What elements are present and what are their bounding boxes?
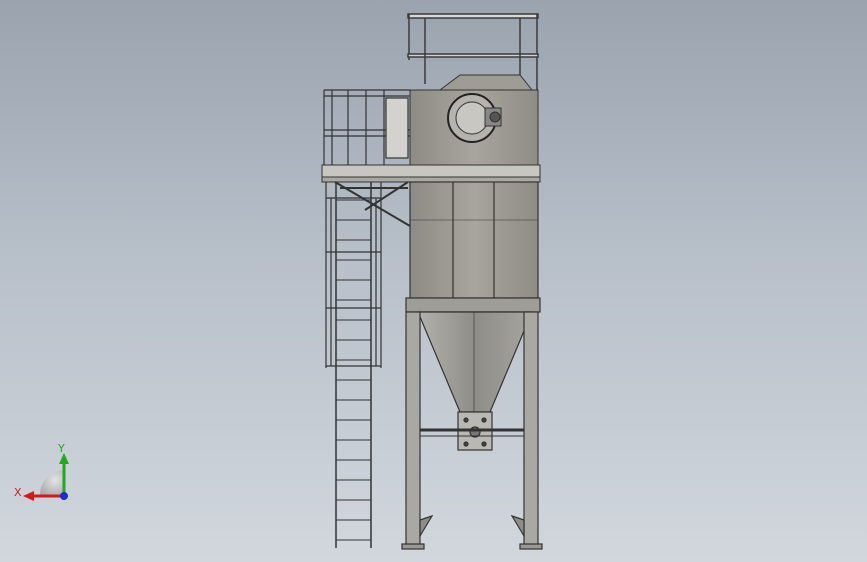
x-axis-arrow bbox=[23, 491, 34, 501]
upper-platform-railing bbox=[323, 89, 410, 168]
platform-deck bbox=[321, 164, 541, 183]
y-axis-label: Y bbox=[57, 442, 65, 455]
ladder bbox=[335, 182, 372, 548]
coordinate-triad: X Y bbox=[14, 442, 69, 501]
graphics-viewport[interactable]: X Y bbox=[0, 0, 867, 562]
fan-housing bbox=[409, 74, 539, 166]
x-axis-label: X bbox=[14, 486, 22, 499]
filter-housing bbox=[405, 181, 541, 313]
platform-bracing bbox=[334, 181, 411, 227]
dust-collector-model[interactable] bbox=[0, 0, 867, 562]
z-axis-dot bbox=[60, 492, 68, 500]
